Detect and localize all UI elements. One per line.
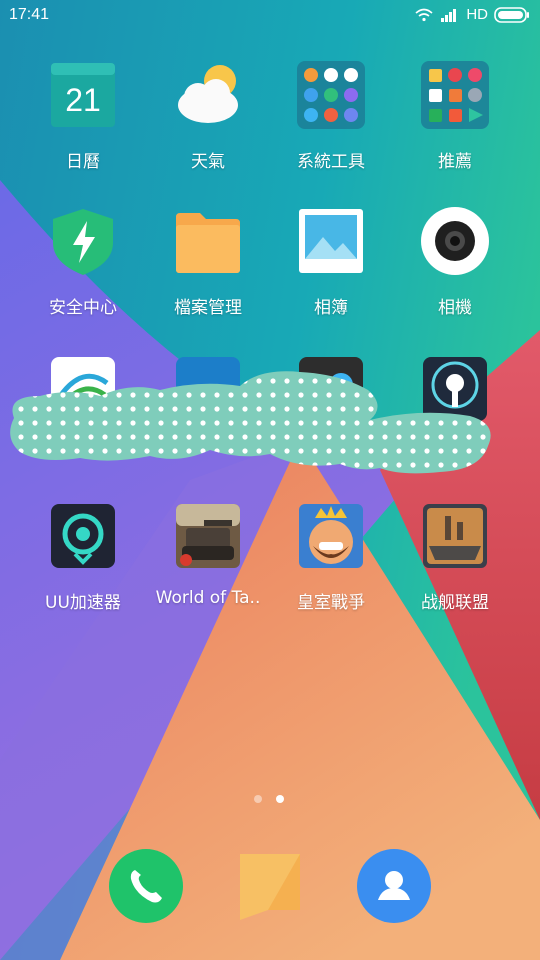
app-label: 日曆 bbox=[66, 152, 100, 172]
status-time: 17:41 bbox=[9, 6, 50, 23]
warship-alliance-icon bbox=[423, 504, 487, 568]
app-camera[interactable]: 相機 bbox=[393, 207, 517, 337]
signal-icon bbox=[441, 8, 457, 22]
network-type: HD bbox=[466, 6, 488, 23]
app-clash-royale[interactable]: 皇室戰爭 bbox=[269, 502, 393, 632]
messages-icon[interactable] bbox=[232, 848, 308, 924]
app-label: 皇室戰爭 bbox=[297, 593, 365, 613]
app-label: 推薦 bbox=[438, 152, 472, 172]
app-file-manager[interactable]: 檔案管理 bbox=[146, 207, 270, 337]
redaction-blot bbox=[10, 371, 491, 474]
calendar-date: 21 bbox=[65, 82, 101, 118]
gallery-icon bbox=[299, 209, 363, 273]
world-of-tanks-icon bbox=[176, 504, 240, 568]
page-dot-2[interactable] bbox=[276, 795, 284, 803]
camera-icon bbox=[421, 207, 489, 275]
page-dot-1[interactable] bbox=[254, 795, 262, 803]
security-shield-icon bbox=[53, 209, 113, 275]
app-warship-alliance[interactable]: 战舰联盟 bbox=[393, 502, 517, 632]
app-label: UU加速器 bbox=[45, 593, 121, 613]
app-label: 战舰联盟 bbox=[421, 593, 489, 613]
app-label: 系統工具 bbox=[297, 152, 365, 172]
app-gallery[interactable]: 相簿 bbox=[269, 207, 393, 337]
app-uu-accelerator[interactable]: UU加速器 bbox=[21, 502, 145, 632]
wifi-icon bbox=[415, 8, 433, 21]
uu-accelerator-icon bbox=[51, 504, 115, 568]
app-calendar[interactable]: 21 日曆 bbox=[21, 61, 145, 191]
phone-icon[interactable] bbox=[108, 848, 184, 924]
clash-royale-icon bbox=[299, 504, 363, 568]
file-folder-icon bbox=[176, 213, 240, 273]
app-security-center[interactable]: 安全中心 bbox=[21, 207, 145, 337]
app-recommend-folder[interactable]: 推薦 bbox=[393, 61, 517, 191]
app-system-tools-folder[interactable]: 系統工具 bbox=[269, 61, 393, 191]
recommend-folder-icon bbox=[421, 61, 489, 129]
app-label: 安全中心 bbox=[49, 298, 117, 318]
app-world-of-tanks[interactable]: World of Ta.. bbox=[146, 502, 270, 632]
page-indicator[interactable] bbox=[254, 795, 284, 803]
status-bar: 17:41 HD bbox=[0, 0, 540, 32]
battery-icon bbox=[494, 6, 529, 23]
app-weather[interactable]: 天氣 bbox=[146, 61, 270, 191]
contacts-icon[interactable] bbox=[356, 848, 432, 924]
calendar-icon: 21 bbox=[51, 63, 115, 127]
app-label: World of Ta.. bbox=[155, 588, 261, 608]
app-label: 天氣 bbox=[191, 152, 225, 172]
app-label: 檔案管理 bbox=[174, 298, 242, 318]
app-label: 相機 bbox=[438, 298, 472, 318]
weather-icon bbox=[178, 65, 238, 123]
system-tools-folder-icon bbox=[297, 61, 365, 129]
app-label: 相簿 bbox=[314, 298, 348, 318]
